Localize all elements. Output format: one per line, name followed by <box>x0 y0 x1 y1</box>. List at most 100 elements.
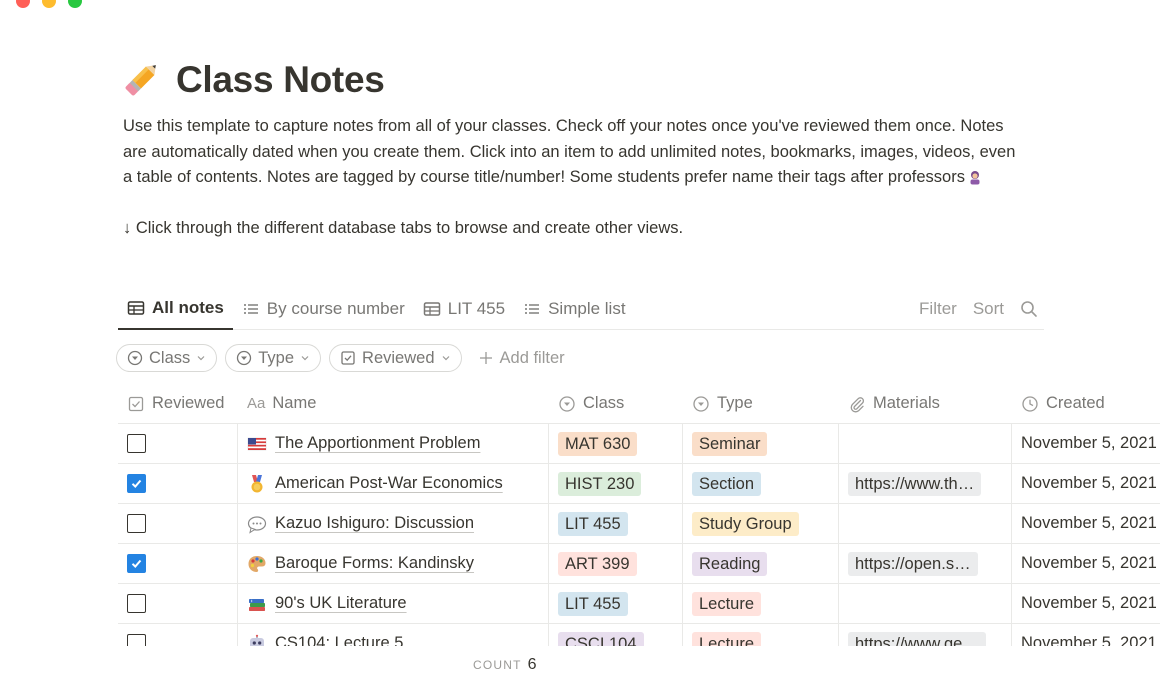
filter-button[interactable]: Filter <box>919 299 957 319</box>
type-tag: Reading <box>692 551 768 576</box>
created-cell: November 5, 2021 <box>1012 464 1160 503</box>
type-cell[interactable]: Reading <box>683 544 839 583</box>
materials-cell[interactable] <box>839 424 1012 463</box>
filter-chip-type[interactable]: Type <box>225 344 322 372</box>
materials-cell[interactable]: https://www.ge… <box>839 624 1012 646</box>
materials-link[interactable]: https://www.th… <box>848 471 982 496</box>
reviewed-checkbox[interactable] <box>127 634 146 646</box>
filter-chip-class[interactable]: Class <box>116 344 218 372</box>
tab-label: By course number <box>266 298 405 318</box>
type-tag: Lecture <box>692 631 762 646</box>
view-tabs: All notes By course number LIT 455 Simpl… <box>118 288 1044 330</box>
speech-bubble-icon[interactable] <box>247 514 267 534</box>
type-cell[interactable]: Lecture <box>683 624 839 646</box>
created-cell: November 5, 2021 <box>1012 504 1160 543</box>
page-description[interactable]: Use this template to capture notes from … <box>118 114 1028 241</box>
table-row[interactable]: Kazuo Ishiguro: Discussion LIT 455 Study… <box>118 504 1160 544</box>
pencil-icon[interactable] <box>118 57 164 103</box>
reviewed-checkbox[interactable] <box>127 514 146 533</box>
us-flag-icon[interactable] <box>247 434 267 454</box>
created-date: November 5, 2021 <box>1021 634 1157 646</box>
class-cell[interactable]: CSCI 104 <box>549 624 683 646</box>
name-cell: American Post-War Economics <box>238 464 549 503</box>
note-title-link[interactable]: Baroque Forms: Kandinsky <box>275 554 474 573</box>
table-footer-count[interactable]: COUNT 6 <box>473 656 537 674</box>
column-header-materials[interactable]: Materials <box>839 384 1012 423</box>
plus-icon <box>479 352 492 364</box>
search-icon[interactable] <box>1020 300 1038 318</box>
column-header-created[interactable]: Created <box>1012 384 1160 423</box>
reviewed-cell <box>118 624 238 646</box>
count-label: COUNT <box>473 658 522 672</box>
name-cell: Kazuo Ishiguro: Discussion <box>238 504 549 543</box>
type-cell[interactable]: Section <box>683 464 839 503</box>
sort-button[interactable]: Sort <box>973 299 1004 319</box>
chevron-down-icon <box>197 356 205 361</box>
class-tag: HIST 230 <box>558 471 642 496</box>
reviewed-checkbox[interactable] <box>127 554 146 573</box>
created-cell: November 5, 2021 <box>1012 544 1160 583</box>
class-cell[interactable]: ART 399 <box>549 544 683 583</box>
column-header-label: Reviewed <box>152 394 225 412</box>
reviewed-checkbox[interactable] <box>127 594 146 613</box>
class-tag: LIT 455 <box>558 591 628 616</box>
materials-link[interactable]: https://open.s… <box>848 551 978 576</box>
materials-cell[interactable] <box>839 584 1012 623</box>
palette-icon[interactable] <box>247 554 267 574</box>
column-header-name[interactable]: Aa Name <box>238 384 549 423</box>
filter-chip-reviewed[interactable]: Reviewed <box>329 344 462 372</box>
class-cell[interactable]: LIT 455 <box>549 504 683 543</box>
zoom-window-button[interactable] <box>68 0 82 8</box>
table-row[interactable]: 90's UK Literature LIT 455 Lecture Novem… <box>118 584 1160 624</box>
note-title-link[interactable]: American Post-War Economics <box>275 474 503 493</box>
materials-cell[interactable]: https://www.th… <box>839 464 1012 503</box>
robot-icon[interactable] <box>247 634 267 646</box>
class-tag: LIT 455 <box>558 511 628 536</box>
chevron-down-icon <box>301 356 309 361</box>
note-title-link[interactable]: 90's UK Literature <box>275 594 407 613</box>
class-cell[interactable]: LIT 455 <box>549 584 683 623</box>
class-tag: CSCI 104 <box>558 631 644 646</box>
class-cell[interactable]: MAT 630 <box>549 424 683 463</box>
close-window-button[interactable] <box>16 0 30 8</box>
created-date: November 5, 2021 <box>1021 434 1157 452</box>
tab-lit-455[interactable]: LIT 455 <box>414 288 514 330</box>
column-header-type[interactable]: Type <box>683 384 839 423</box>
notes-table: Reviewed Aa Name Class Type Materials Cr… <box>118 384 1160 646</box>
medal-icon[interactable] <box>247 474 267 494</box>
tab-all-notes[interactable]: All notes <box>118 288 233 330</box>
table-row[interactable]: American Post-War Economics HIST 230 Sec… <box>118 464 1160 504</box>
column-header-reviewed[interactable]: Reviewed <box>118 384 238 423</box>
table-row[interactable]: Baroque Forms: Kandinsky ART 399 Reading… <box>118 544 1160 584</box>
type-cell[interactable]: Seminar <box>683 424 839 463</box>
reviewed-checkbox[interactable] <box>127 434 146 453</box>
page: Class Notes Use this template to capture… <box>116 52 1160 673</box>
tab-by-course-number[interactable]: By course number <box>233 288 414 330</box>
column-header-label: Class <box>583 394 625 412</box>
select-icon <box>237 350 252 366</box>
materials-link[interactable]: https://www.ge… <box>848 631 986 646</box>
minimize-window-button[interactable] <box>42 0 56 8</box>
column-header-class[interactable]: Class <box>549 384 683 423</box>
type-cell[interactable]: Study Group <box>683 504 839 543</box>
add-filter-button[interactable]: Add filter <box>470 349 565 368</box>
name-cell: CS104: Lecture 5 <box>238 624 549 646</box>
tab-simple-list[interactable]: Simple list <box>514 288 634 330</box>
class-cell[interactable]: HIST 230 <box>549 464 683 503</box>
note-title-link[interactable]: The Apportionment Problem <box>275 434 480 453</box>
note-title-link[interactable]: Kazuo Ishiguro: Discussion <box>275 514 474 533</box>
table-row[interactable]: The Apportionment Problem MAT 630 Semina… <box>118 424 1160 464</box>
created-date: November 5, 2021 <box>1021 594 1157 612</box>
type-cell[interactable]: Lecture <box>683 584 839 623</box>
table-body: The Apportionment Problem MAT 630 Semina… <box>118 424 1160 646</box>
reviewed-cell <box>118 464 238 503</box>
reviewed-checkbox[interactable] <box>127 474 146 493</box>
materials-cell[interactable]: https://open.s… <box>839 544 1012 583</box>
page-title[interactable]: Class Notes <box>176 59 385 101</box>
note-title-link[interactable]: CS104: Lecture 5 <box>275 634 403 646</box>
count-value: 6 <box>527 656 537 673</box>
materials-cell[interactable] <box>839 504 1012 543</box>
created-cell: November 5, 2021 <box>1012 584 1160 623</box>
table-row[interactable]: CS104: Lecture 5 CSCI 104 Lecture https:… <box>118 624 1160 646</box>
books-icon[interactable] <box>247 594 267 614</box>
